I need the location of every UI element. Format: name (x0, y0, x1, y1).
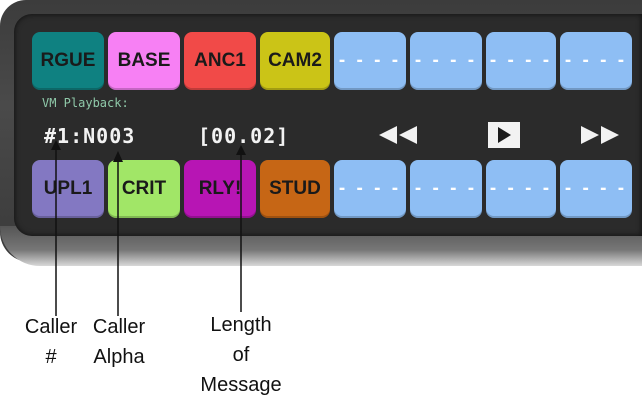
callout-line: Message (200, 374, 282, 396)
callout-line: # (45, 346, 57, 368)
callout-line: Length (210, 314, 272, 336)
callout-length-of-message: Length of Message (196, 310, 286, 400)
callout-line: Alpha (93, 346, 145, 368)
callout-line: Caller (24, 316, 78, 338)
callout-caller-alpha: Caller Alpha (84, 312, 154, 372)
callout-line: Caller (92, 316, 146, 338)
callout-caller-number: Caller # (16, 312, 86, 372)
callout-line: of (232, 344, 250, 366)
